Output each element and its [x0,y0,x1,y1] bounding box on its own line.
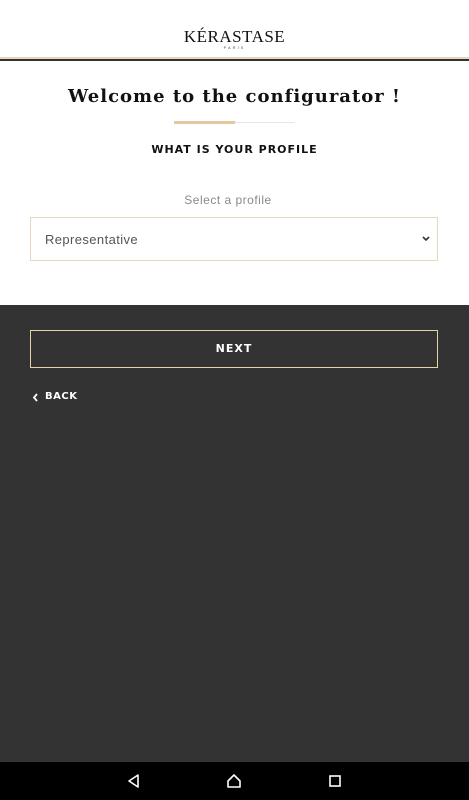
back-label: BACK [45,391,78,402]
title-divider [174,121,295,124]
brand-name: KÉRASTASE [183,27,286,46]
brand-subtitle: PARIS [223,45,246,50]
chevron-down-icon [422,236,430,242]
app-header: KÉRASTASE PARIS [0,0,469,59]
divider-progress [174,121,235,124]
nav-home-icon[interactable] [226,773,242,789]
profile-select-value: Representative [45,232,139,247]
brand-logo: KÉRASTASE PARIS [0,28,469,50]
nav-recents-square-icon[interactable] [327,773,343,789]
nav-back-triangle-icon[interactable] [126,773,142,789]
divider-track [235,122,295,123]
chevron-left-icon [32,393,38,402]
section-subtitle: WHAT IS YOUR PROFILE [151,143,318,156]
next-button[interactable]: NEXT [30,330,438,368]
profile-select[interactable]: Representative [30,217,438,261]
page-title: Welcome to the configurator ! [68,86,401,107]
profile-panel: Welcome to the configurator ! WHAT IS YO… [0,61,469,305]
system-nav-bar [0,762,469,800]
profile-select-label: Select a profile [184,193,272,207]
